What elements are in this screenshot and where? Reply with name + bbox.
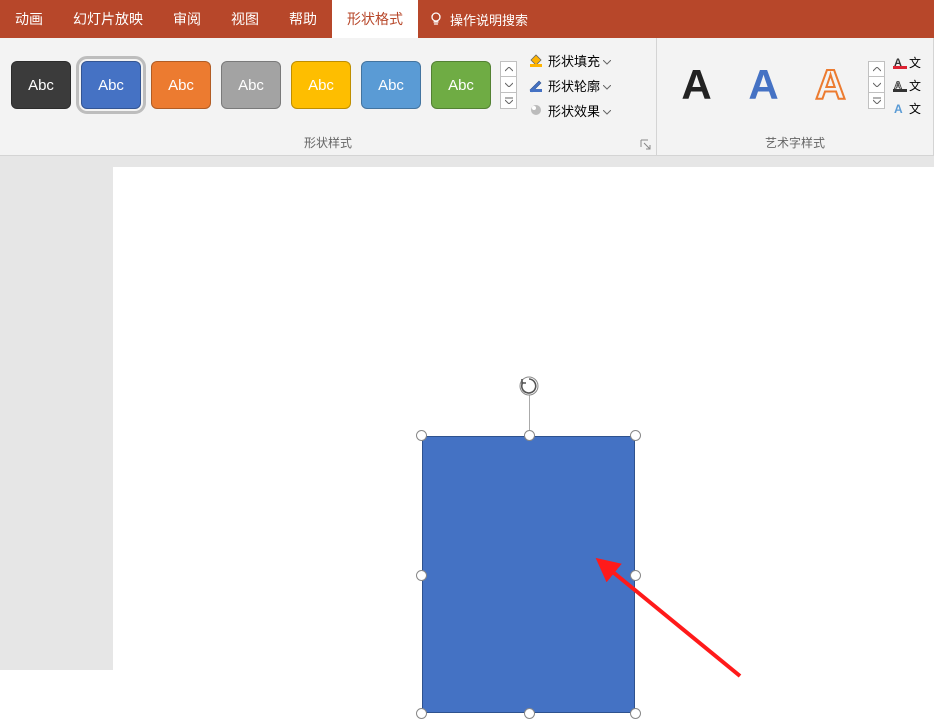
- group-shape-styles: Abc Abc Abc Abc Abc Abc Abc 形状填充: [0, 38, 657, 155]
- shape-outline-button[interactable]: 形状轮廓: [521, 73, 617, 98]
- resize-handle-tl[interactable]: [416, 430, 427, 441]
- text-effects-button[interactable]: A 文: [889, 97, 925, 120]
- resize-handle-br[interactable]: [630, 708, 641, 719]
- rotation-handle[interactable]: [518, 375, 540, 397]
- chevron-up-icon: [505, 67, 513, 72]
- text-fill-label: 文: [909, 54, 921, 71]
- style-swatch-blue[interactable]: Abc: [81, 61, 141, 109]
- text-fill-button[interactable]: A 文: [889, 51, 925, 74]
- shape-fill-label: 形状填充: [548, 51, 600, 70]
- more-icon: [505, 97, 513, 104]
- shape-effects-button[interactable]: 形状效果: [521, 98, 617, 123]
- svg-text:A: A: [894, 102, 903, 115]
- style-swatch-yellow[interactable]: Abc: [291, 61, 351, 109]
- resize-handle-tm[interactable]: [524, 430, 535, 441]
- chevron-up-icon: [873, 67, 881, 72]
- tab-view[interactable]: 视图: [216, 0, 274, 38]
- text-outline-button[interactable]: A 文: [889, 74, 925, 97]
- group-label-shape-styles-text: 形状样式: [304, 136, 352, 150]
- gallery-down-button[interactable]: [500, 77, 517, 93]
- group-label-shape-styles: 形状样式: [0, 132, 656, 155]
- tab-help[interactable]: 帮助: [274, 0, 332, 38]
- style-swatch-orange[interactable]: Abc: [151, 61, 211, 109]
- wordart-style-blue[interactable]: A: [736, 58, 791, 113]
- shape-styles-launcher[interactable]: [640, 139, 652, 151]
- shape-rectangle[interactable]: [422, 436, 635, 713]
- group-label-wordart-styles-text: 艺术字样式: [765, 136, 825, 150]
- gallery-spinner: [500, 61, 517, 109]
- wordart-down-button[interactable]: [868, 77, 885, 93]
- gallery-up-button[interactable]: [500, 61, 517, 77]
- tab-animation[interactable]: 动画: [0, 0, 58, 38]
- shape-effects-label: 形状效果: [548, 101, 600, 120]
- wordart-style-black[interactable]: A: [669, 58, 724, 113]
- text-outline-icon: A: [893, 78, 907, 92]
- tell-me-placeholder: 操作说明搜索: [450, 10, 528, 29]
- workspace: [0, 156, 934, 670]
- tab-shape-format[interactable]: 形状格式: [332, 0, 418, 38]
- tab-slideshow[interactable]: 幻灯片放映: [58, 0, 158, 38]
- text-effects-label: 文: [909, 100, 921, 117]
- wordart-gallery: A A A: [663, 58, 885, 113]
- resize-handle-bm[interactable]: [524, 708, 535, 719]
- gallery-more-button[interactable]: [500, 93, 517, 109]
- wordart-glyph: A: [748, 61, 778, 109]
- effects-icon: [527, 101, 545, 119]
- ribbon-tabs: 动画 幻灯片放映 审阅 视图 帮助 形状格式 操作说明搜索: [0, 0, 934, 38]
- group-wordart-styles: A A A A 文 A 文 A: [657, 38, 934, 155]
- chevron-down-icon: [603, 53, 611, 68]
- text-effects-icon: A: [893, 101, 907, 115]
- shape-outline-label: 形状轮廓: [548, 76, 600, 95]
- chevron-down-icon: [873, 82, 881, 87]
- selected-shape[interactable]: [416, 430, 641, 719]
- paint-bucket-icon: [527, 51, 545, 69]
- rotation-stem: [529, 395, 530, 430]
- text-menus: A 文 A 文 A 文: [889, 51, 925, 120]
- tell-me-search[interactable]: 操作说明搜索: [418, 0, 538, 38]
- style-swatch-black[interactable]: Abc: [11, 61, 71, 109]
- shape-style-gallery: Abc Abc Abc Abc Abc Abc Abc: [6, 61, 517, 109]
- text-fill-icon: A: [893, 55, 907, 69]
- rotate-icon: [518, 375, 540, 397]
- resize-handle-ml[interactable]: [416, 570, 427, 581]
- shape-fill-button[interactable]: 形状填充: [521, 48, 617, 73]
- wordart-up-button[interactable]: [868, 61, 885, 77]
- shape-menus: 形状填充 形状轮廓 形状效果: [521, 48, 617, 123]
- wordart-glyph: A: [681, 61, 711, 109]
- resize-handle-bl[interactable]: [416, 708, 427, 719]
- group-label-wordart-styles: 艺术字样式: [657, 132, 933, 155]
- more-icon: [873, 97, 881, 104]
- tab-review[interactable]: 审阅: [158, 0, 216, 38]
- style-swatch-sky[interactable]: Abc: [361, 61, 421, 109]
- style-swatch-green[interactable]: Abc: [431, 61, 491, 109]
- chevron-down-icon: [505, 82, 513, 87]
- resize-handle-tr[interactable]: [630, 430, 641, 441]
- pen-icon: [527, 76, 545, 94]
- wordart-more-button[interactable]: [868, 93, 885, 109]
- ribbon: Abc Abc Abc Abc Abc Abc Abc 形状填充: [0, 38, 934, 156]
- chevron-down-icon: [603, 78, 611, 93]
- resize-handle-mr[interactable]: [630, 570, 641, 581]
- wordart-style-orange-outline[interactable]: A: [803, 58, 858, 113]
- wordart-glyph: A: [815, 61, 845, 109]
- lightbulb-icon: [428, 11, 444, 27]
- style-swatch-gray[interactable]: Abc: [221, 61, 281, 109]
- text-outline-label: 文: [909, 77, 921, 94]
- chevron-down-icon: [603, 103, 611, 118]
- wordart-gallery-spinner: [868, 61, 885, 109]
